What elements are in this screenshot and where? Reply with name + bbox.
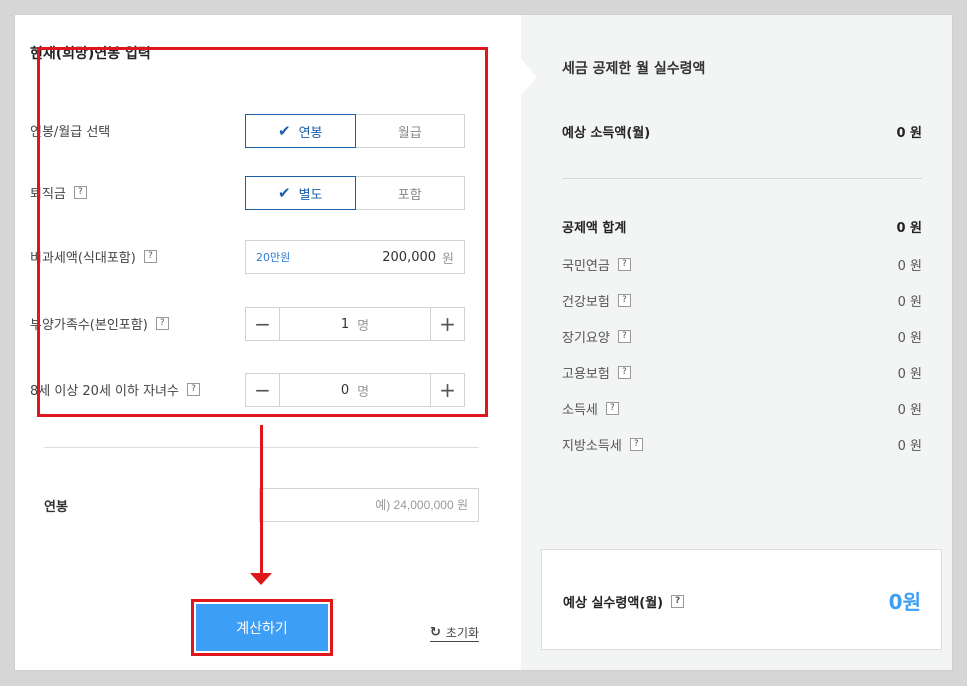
deduction-label: 건강보험? (562, 291, 631, 310)
deduction-total-label: 공제액 합계 (562, 221, 627, 236)
annotation-arrow-line (260, 425, 263, 575)
deduction-label-text: 국민연금 (562, 259, 610, 274)
deduction-row: 건강보험? 0 원 (562, 291, 922, 310)
salary-label: 연봉 (44, 500, 68, 515)
panel-notch (521, 59, 537, 95)
help-icon[interactable]: ? (617, 366, 631, 379)
form-highlight-box (37, 47, 488, 417)
arrow-down-icon (250, 573, 272, 585)
result-divider (562, 178, 922, 179)
deduction-label: 고용보험? (562, 363, 631, 382)
monthly-income-label: 예상 소득액(월) (562, 126, 651, 141)
reset-link[interactable]: ↻ 초기화 (430, 624, 480, 642)
deduction-amount: 0 원 (897, 295, 922, 310)
net-pay-amount: 0원 (888, 590, 921, 614)
deduction-label-text: 고용보험 (562, 367, 610, 382)
deduction-amount: 0 원 (897, 367, 922, 382)
button-highlight-box (191, 599, 333, 656)
help-icon[interactable]: ? (617, 258, 631, 271)
deduction-label-text: 지방소득세 (562, 439, 622, 454)
net-pay-label-wrap: 예상 실수령액(월) ? (563, 592, 685, 611)
deduction-label-text: 건강보험 (562, 295, 610, 310)
net-pay-box: 예상 실수령액(월) ? 0원 (541, 549, 942, 650)
help-icon[interactable]: ? (605, 402, 619, 415)
deduction-amount: 0 원 (897, 259, 922, 274)
deduction-amount: 0 원 (897, 331, 922, 346)
deduction-label: 지방소득세? (562, 435, 643, 454)
deduction-label: 소득세? (562, 399, 619, 418)
monthly-income-row: 예상 소득액(월) 0 원 (562, 122, 922, 141)
deduction-amount: 0 원 (897, 403, 922, 418)
help-icon[interactable]: ? (617, 294, 631, 307)
deduction-row: 소득세? 0 원 (562, 399, 922, 418)
deduction-row: 국민연금? 0 원 (562, 255, 922, 274)
deduction-label: 장기요양? (562, 327, 631, 346)
result-title: 세금 공제한 월 실수령액 (562, 61, 706, 77)
deduction-total-amount: 0 원 (896, 221, 922, 236)
help-icon[interactable]: ? (671, 595, 685, 608)
help-icon[interactable]: ? (629, 438, 643, 451)
monthly-income-amount: 0 원 (896, 126, 922, 141)
deduction-row: 장기요양? 0 원 (562, 327, 922, 346)
deduction-label-text: 장기요양 (562, 331, 610, 346)
deduction-row: 지방소득세? 0 원 (562, 435, 922, 454)
deduction-total-row: 공제액 합계 0 원 (562, 217, 922, 236)
net-pay-label: 예상 실수령액(월) (563, 596, 664, 611)
refresh-icon: ↻ (430, 625, 441, 640)
reset-label: 초기화 (445, 626, 480, 640)
salary-input[interactable] (259, 488, 479, 522)
deduction-label-text: 소득세 (562, 403, 598, 418)
help-icon[interactable]: ? (617, 330, 631, 343)
deduction-row: 고용보험? 0 원 (562, 363, 922, 382)
deduction-amount: 0 원 (897, 439, 922, 454)
deduction-label: 국민연금? (562, 255, 631, 274)
